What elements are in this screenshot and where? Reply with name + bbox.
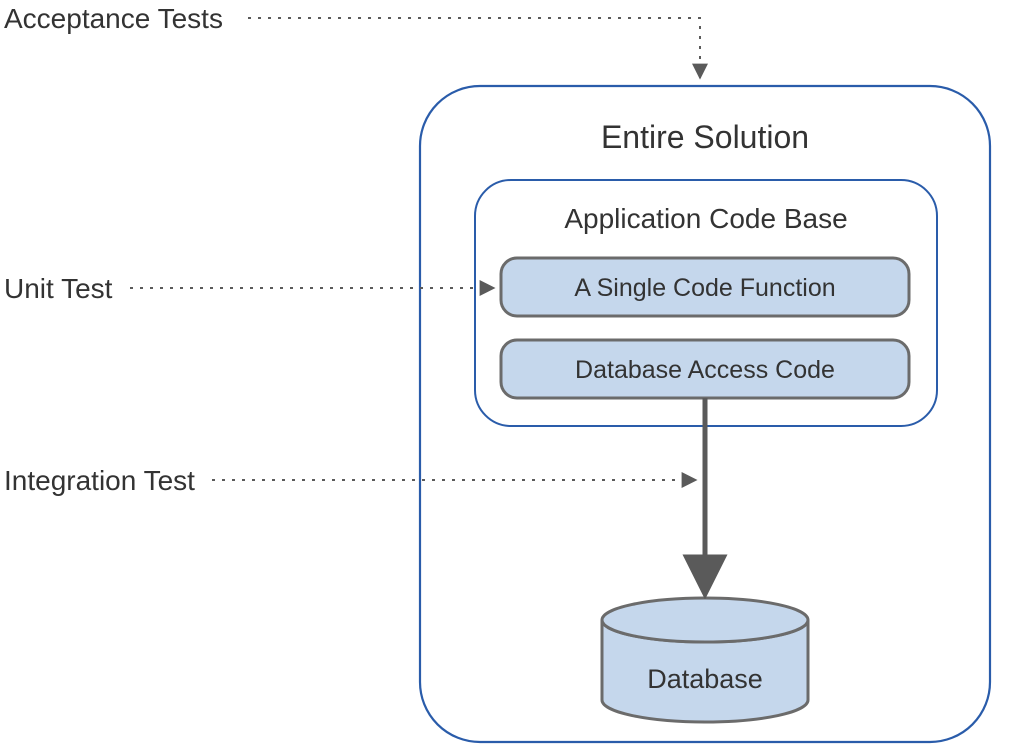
db-access-label: Database Access Code [575,356,835,384]
database-cylinder: Database [602,598,808,722]
testing-layers-diagram: Entire Solution Application Code Base A … [0,0,1010,754]
single-function-label: A Single Code Function [574,274,835,302]
entire-solution-label: Entire Solution [601,119,809,155]
app-code-label: Application Code Base [564,203,847,234]
acceptance-tests-arrow [248,18,700,78]
unit-test-label: Unit Test [4,273,113,304]
integration-test-label: Integration Test [4,465,195,496]
database-label: Database [647,664,763,694]
acceptance-tests-label: Acceptance Tests [4,3,223,34]
